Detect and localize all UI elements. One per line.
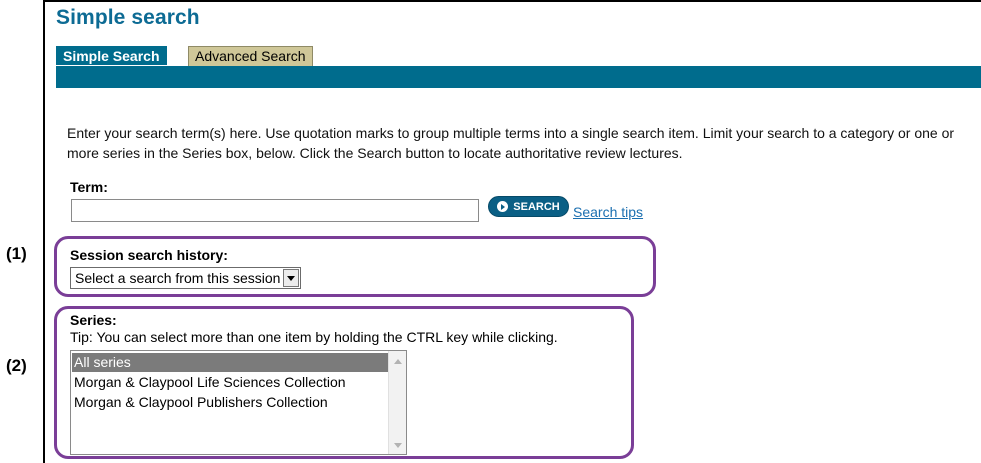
- session-history-select[interactable]: Select a search from this session: [70, 267, 302, 289]
- search-button[interactable]: SEARCH: [488, 196, 569, 217]
- page-title: Simple search: [56, 6, 200, 29]
- scroll-down-arrow-icon[interactable]: [394, 443, 402, 448]
- session-history-label: Session search history:: [70, 247, 228, 263]
- series-tip: Tip: You can select more than one item b…: [70, 329, 558, 345]
- series-label: Series:: [70, 312, 117, 328]
- search-button-label: SEARCH: [513, 200, 560, 213]
- search-tips-link[interactable]: Search tips: [573, 204, 643, 220]
- annotation-label-1: (1): [6, 244, 27, 263]
- tab-simple-search[interactable]: Simple Search: [56, 46, 167, 65]
- series-option-publishers[interactable]: Morgan & Claypool Publishers Collection: [72, 393, 328, 412]
- series-option-life-sciences[interactable]: Morgan & Claypool Life Sciences Collecti…: [72, 373, 346, 392]
- content-frame-border: [43, 0, 45, 463]
- series-listbox[interactable]: All series Morgan & Claypool Life Scienc…: [70, 350, 407, 455]
- session-history-selected-value: Select a search from this session: [75, 270, 281, 286]
- chevron-down-icon[interactable]: [283, 269, 300, 287]
- annotation-label-2: (2): [6, 356, 27, 375]
- content-frame-top-border: [43, 0, 981, 2]
- search-instructions: Enter your search term(s) here. Use quot…: [67, 125, 955, 161]
- term-input[interactable]: [71, 199, 479, 222]
- play-arrow-icon: [497, 201, 509, 212]
- series-scrollbar[interactable]: [388, 351, 406, 454]
- term-label: Term:: [70, 179, 108, 195]
- tab-bar: [56, 66, 981, 88]
- scroll-up-arrow-icon[interactable]: [394, 359, 402, 364]
- series-option-all[interactable]: All series: [72, 353, 388, 372]
- tab-advanced-search[interactable]: Advanced Search: [188, 46, 313, 66]
